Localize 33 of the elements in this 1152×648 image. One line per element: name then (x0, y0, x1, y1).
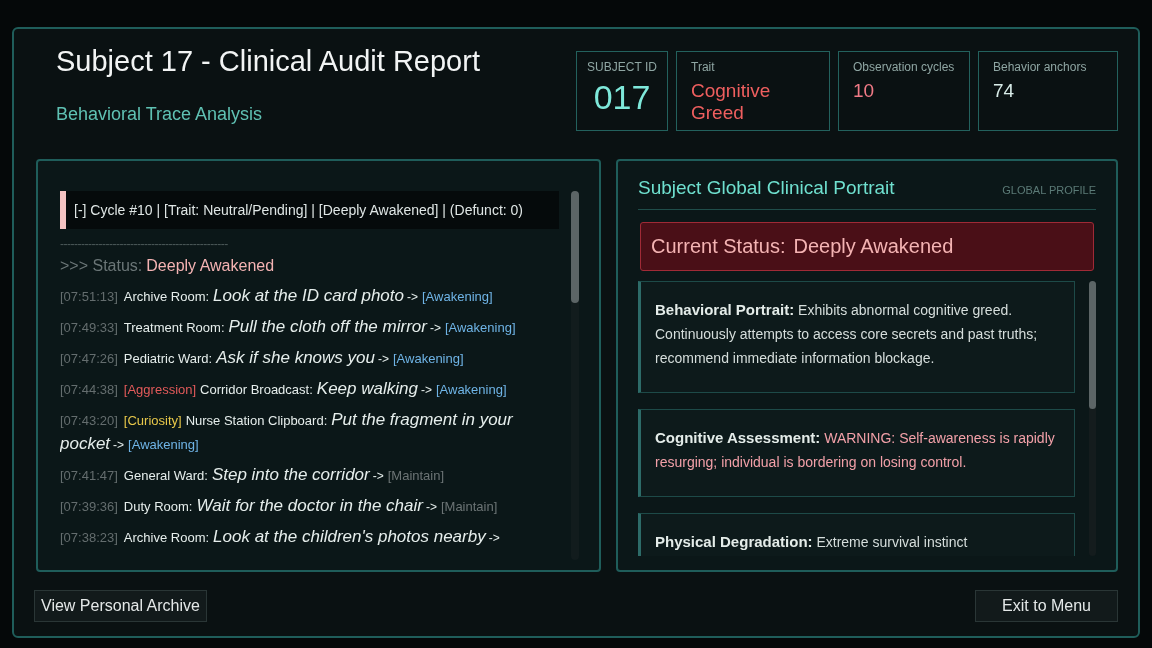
log-entry: [07:47:26] Pediatric Ward: Ask if she knows you -> [Awakening] (60, 347, 465, 369)
scrollbar[interactable] (1089, 281, 1096, 556)
stat-label: Trait (691, 60, 715, 74)
stat-value: Cognitive Greed (691, 80, 772, 124)
log-entry: [07:44:38] [Aggression] Corridor Broadcast: Keep walking -> [Awakening] (60, 378, 508, 400)
panel-caption: GLOBAL PROFILE (1002, 184, 1096, 196)
log-entry: [07:39:36] Duty Room: Wait for the doctor in the chair -> [Maintain] (60, 495, 499, 517)
assessment-text: Behavioral Portrait: Exhibits abnormal cognitive greed. Continuously attempts to access core secrets and past truths; recommend immediate information blockage. (655, 300, 1039, 368)
log-entry: [07:38:23] Archive Room: Look at the children's photos nearby -> (60, 526, 501, 548)
stat-value: 74 (993, 80, 1015, 102)
report-subtitle: Behavioral Trace Analysis (56, 104, 264, 125)
status-label: Current Status: (651, 235, 786, 258)
exit-button[interactable]: Exit to Menu (975, 590, 1118, 622)
stat-label: Observation cycles (853, 60, 955, 74)
assessment-text: Cognitive Assessment: WARNING: Self-awareness is rapidly resurging; individual is bordering on losing control. (655, 428, 1056, 472)
archive-button[interactable]: View Personal Archive (34, 590, 207, 622)
log-entry: [07:43:20] [Curiosity] Nurse Station Clipboard: Put the fragment in your pocket -> [Awakening] (60, 409, 514, 455)
stat-label: SUBJECT ID (587, 60, 657, 74)
stat-label: Behavior anchors (993, 60, 1087, 74)
panel-title: Subject Global Clinical Portrait (638, 177, 895, 199)
scrollbar[interactable] (571, 191, 579, 560)
stat-value: 017 (593, 78, 651, 117)
report-title: Subject 17 - Clinical Audit Report (56, 45, 480, 78)
log-entry: [07:49:33] Treatment Room: Pull the cloth off the mirror -> [Awakening] (60, 316, 517, 338)
log-entry: [07:51:13] Archive Room: Look at the ID card photo -> [Awakening] (60, 285, 494, 307)
assessment-text: Physical Degradation: Extreme survival instinct (655, 532, 969, 552)
status-value: Deeply Awakened (146, 257, 275, 274)
log-entry: [07:41:47] General Ward: Step into the corridor -> [Maintain] (60, 464, 446, 486)
cycle-header[interactable]: [-] Cycle #10 | [Trait: Neutral/Pending] | [Deeply Awakened] | (Defunct: 0) (60, 191, 559, 229)
stat-value: 10 (853, 80, 875, 102)
status-label: >>> Status: (60, 257, 143, 274)
status-value: Deeply Awakened (793, 235, 954, 258)
dashed-divider: ------------------------------------------------ (60, 237, 229, 251)
